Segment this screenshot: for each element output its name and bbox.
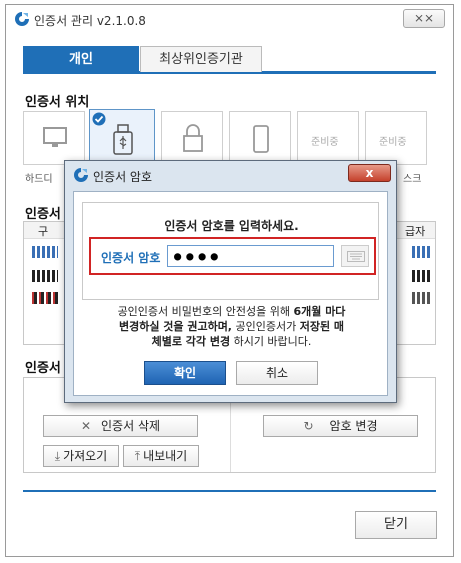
location-security-token[interactable] (161, 111, 223, 165)
password-dialog: 인증서 암호 x 인증서 암호를 입력하세요. 인증서 암호 ●●●● 공인인증… (64, 160, 397, 403)
refresh-icon: ↻ (303, 419, 314, 433)
hdd-label: 하드디 (25, 174, 53, 185)
keyboard-icon (347, 251, 365, 262)
notice-text-2: 공인인증서가 (232, 320, 300, 333)
export-label: 내보내기 (143, 449, 188, 463)
phone-icon (253, 125, 269, 153)
prep-label-1: 준비중 (311, 137, 339, 148)
location-prep-1: 준비중 (297, 111, 359, 165)
notice-bold-3: 저장된 매 (299, 320, 345, 333)
location-prep-2: 준비중 (365, 111, 427, 165)
dialog-logo-icon (74, 168, 88, 182)
password-highlight-box: 인증서 암호 ●●●● (89, 237, 376, 275)
delete-cert-button[interactable]: ✕ 인증서 삭제 (43, 415, 198, 437)
change-password-label: 암호 변경 (329, 419, 378, 433)
notice-bold-4: 체별로 각각 변경 (151, 335, 231, 348)
window-titlebar: 인증서 관리 v2.1.0.8 ⨯⨯ (6, 5, 453, 33)
dialog-body: 인증서 암호를 입력하세요. 인증서 암호 ●●●● 공인인증서 비밀번호의 안… (73, 191, 388, 396)
app-logo-icon (15, 12, 29, 26)
notice-bold-2: 변경하실 것을 권고하며, (118, 320, 232, 333)
password-notice: 공인인증서 비밀번호의 안전성을 위해 6개월 마다 변경하실 것을 권고하며,… (84, 304, 379, 349)
password-input[interactable]: ●●●● (167, 245, 334, 267)
confirm-button[interactable]: 확인 (144, 361, 226, 385)
manage-section-title: 인증서 (25, 361, 61, 376)
tab-personal[interactable]: 개인 (23, 46, 139, 73)
table-row[interactable] (32, 292, 58, 304)
table-row[interactable] (32, 246, 58, 258)
notice-text-1: 공인인증서 비밀번호의 안전성을 위해 (117, 305, 294, 318)
monitor-icon (43, 127, 67, 147)
notice-bold-1: 6개월 마다 (293, 305, 346, 318)
dialog-titlebar: 인증서 암호 x (65, 161, 396, 189)
location-hdd[interactable] (23, 111, 85, 165)
table-row[interactable] (32, 270, 58, 282)
usb-icon (113, 124, 133, 155)
list-section-title: 인증서 (25, 207, 61, 222)
check-icon (92, 112, 106, 126)
window-close-button[interactable]: ⨯⨯ (403, 9, 445, 28)
x-icon: ✕ (80, 419, 92, 433)
lock-icon (183, 124, 203, 152)
download-icon: ⤓ (54, 449, 61, 463)
password-label: 인증서 암호 (101, 251, 161, 265)
col-header-first: 구 (38, 225, 49, 238)
cancel-button[interactable]: 취소 (236, 361, 318, 385)
col-header-last: 급자 (405, 225, 426, 238)
dialog-close-button[interactable]: x (348, 164, 391, 182)
table-cell (412, 292, 430, 304)
table-cell (412, 270, 430, 282)
footer-rule (23, 490, 436, 492)
upload-icon: ⤒ (134, 449, 141, 463)
import-button[interactable]: ⤓ 가져오기 (43, 445, 119, 467)
tab-root-ca[interactable]: 최상위인증기관 (140, 46, 262, 72)
location-phone[interactable] (229, 111, 291, 165)
export-button[interactable]: ⤒ 내보내기 (123, 445, 199, 467)
window-title: 인증서 관리 v2.1.0.8 (34, 14, 146, 28)
prep-label-2: 준비중 (379, 137, 407, 148)
password-heading: 인증서 암호를 입력하세요. (164, 219, 299, 233)
password-panel: 인증서 암호를 입력하세요. 인증서 암호 ●●●● (82, 202, 379, 300)
location-usb[interactable] (89, 109, 155, 167)
close-button[interactable]: 닫기 (355, 511, 437, 539)
import-label: 가져오기 (63, 449, 108, 463)
notice-text-3: 하시기 바랍니다. (230, 335, 312, 348)
dialog-title: 인증서 암호 (93, 170, 153, 184)
table-cell (412, 246, 430, 258)
delete-cert-label: 인증서 삭제 (101, 419, 161, 433)
virtual-keyboard-button[interactable] (341, 245, 369, 267)
change-password-button[interactable]: ↻ 암호 변경 (263, 415, 418, 437)
location-section-title: 인증서 위치 (25, 95, 90, 110)
disk-label: 스크 (403, 174, 422, 185)
